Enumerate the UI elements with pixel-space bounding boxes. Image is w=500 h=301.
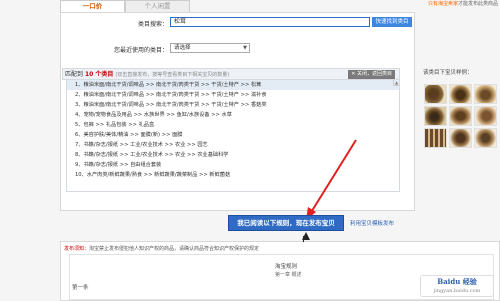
- watermark-logo: Baidu 经验 jingyan.baidu.com: [420, 275, 494, 297]
- watermark-sub: jingyan.baidu.com: [433, 288, 481, 294]
- publish-notice: 发布须知：淘宝禁止发布侵犯他人知识产权的商品，请确认商品符合知识产权保护的规定: [61, 242, 499, 252]
- rules-title: 淘宝规则: [275, 264, 298, 270]
- rules-article: 第一条: [72, 285, 89, 291]
- publish-notice-text: 淘宝禁止发布侵犯他人知识产权的商品，请确认商品符合知识产权保护的规定: [89, 246, 260, 252]
- rules-chapter: 第一章 概述: [275, 272, 302, 278]
- watermark-main: Baidu 经验: [437, 277, 477, 286]
- publish-notice-prefix: 发布须知：: [64, 246, 90, 252]
- mouse-cursor-stem: [303, 236, 304, 242]
- template-publish-link[interactable]: 利用宝贝模板发布: [350, 219, 394, 227]
- publish-item-button[interactable]: 我已阅读以下规则，现在发布宝贝: [228, 215, 344, 231]
